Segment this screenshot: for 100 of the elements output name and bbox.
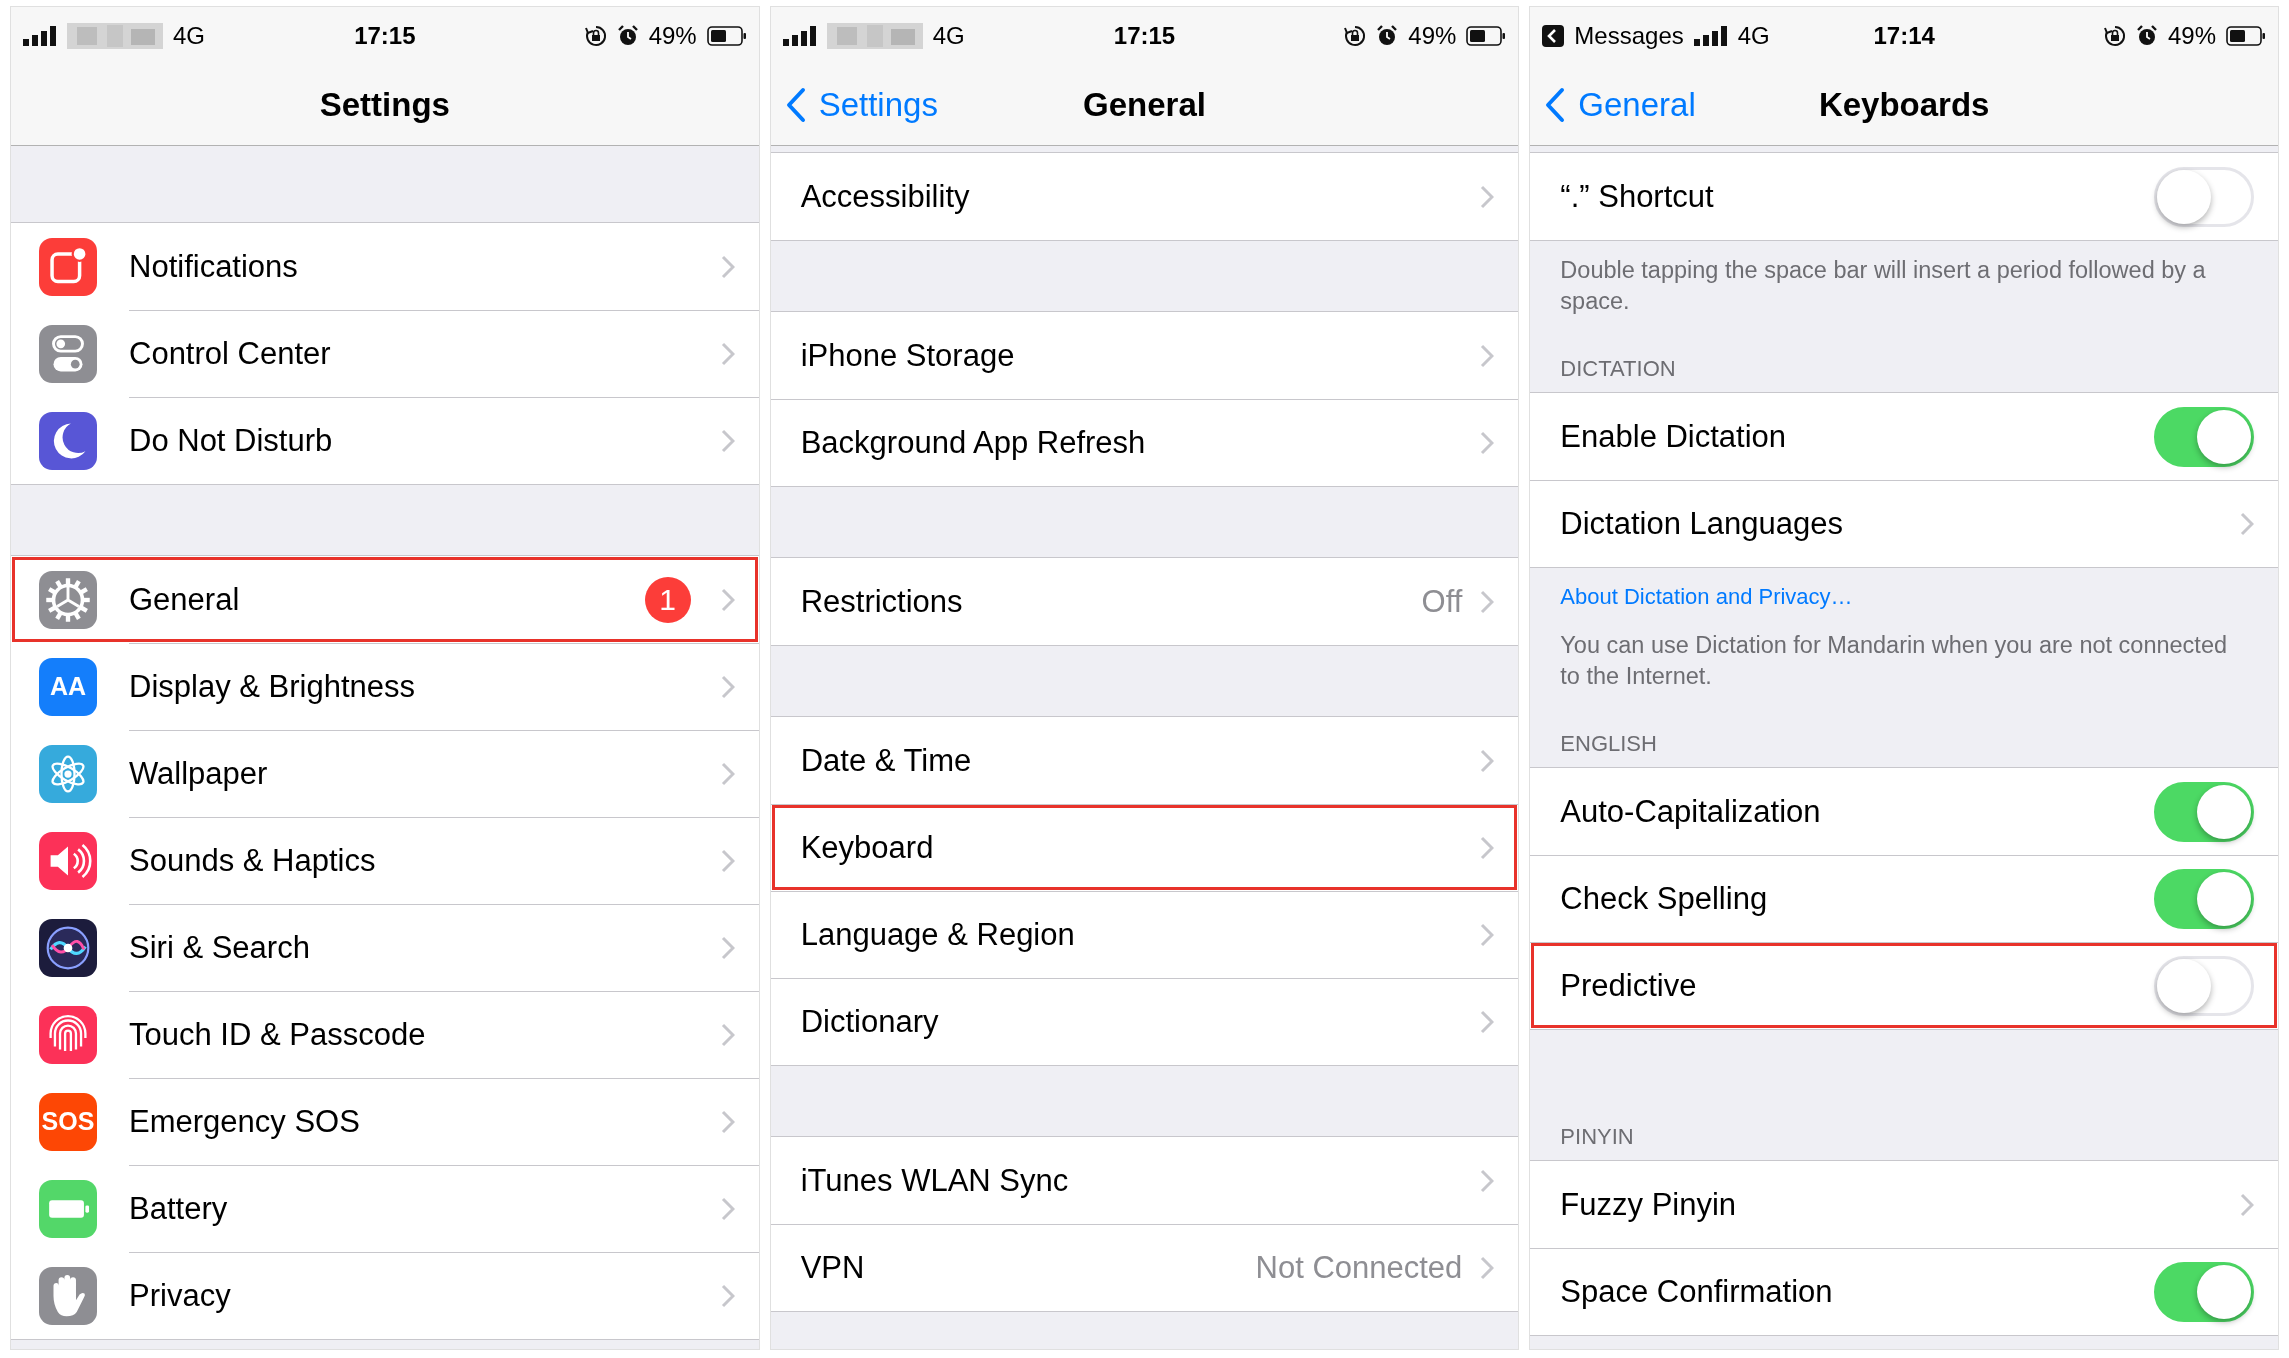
rotation-lock-icon <box>1344 25 1367 47</box>
row-label: Control Center <box>129 336 332 372</box>
rotation-lock-icon <box>2103 25 2126 47</box>
notification-badge: 1 <box>644 576 691 623</box>
signal-icon <box>23 26 57 46</box>
network-type: 4G <box>932 22 965 50</box>
row-label: Date & Time <box>800 742 973 779</box>
row-label: Check Spelling <box>1560 881 1769 918</box>
row-label: Touch ID & Passcode <box>129 1017 427 1053</box>
network-type: 4G <box>173 22 205 50</box>
chevron-icon <box>1480 184 1495 209</box>
chevron-icon <box>720 587 735 612</box>
back-app-icon[interactable] <box>1542 25 1565 47</box>
row-label: Siri & Search <box>129 930 311 966</box>
toggle-switch[interactable] <box>2154 869 2254 930</box>
row-label: Emergency SOS <box>129 1104 361 1140</box>
row-label: Language & Region <box>800 917 1076 953</box>
chevron-icon <box>1480 1010 1495 1034</box>
row-label: Sounds & Haptics <box>129 843 377 879</box>
chevron-icon <box>1480 343 1495 368</box>
chevron-icon <box>720 936 735 960</box>
row-value: Off <box>1421 583 1463 620</box>
nav-title: Settings <box>319 86 450 124</box>
chevron-icon <box>720 1110 735 1134</box>
section-header: ENGLISH <box>1559 730 1658 759</box>
section-footnote: Double tapping the space bar will insert a period followed by a space. <box>1559 256 2207 316</box>
text-size-icon: AA <box>39 657 97 716</box>
status-time: 17:14 <box>1873 22 1935 50</box>
settings-row[interactable]: Predictive <box>1530 942 2278 1030</box>
alarm-icon <box>2135 25 2158 47</box>
row-label: iTunes WLAN Sync <box>800 1162 1070 1199</box>
row-label: VPN <box>800 1250 866 1286</box>
settings-row[interactable]: General 1 <box>11 556 759 643</box>
chevron-icon <box>720 675 735 699</box>
chevron-icon <box>2240 512 2254 537</box>
rotation-lock-icon <box>584 25 607 47</box>
row-label: Fuzzy Pinyin <box>1560 1186 1738 1223</box>
row-label: Auto-Capitalization <box>1560 793 1822 830</box>
row-label: iPhone Storage <box>800 337 1016 374</box>
nav-title: Keyboards <box>1818 86 1990 124</box>
chevron-icon <box>720 1197 735 1221</box>
chevron-icon <box>720 254 735 279</box>
chevron-icon <box>720 429 735 453</box>
alarm-icon <box>1376 25 1399 47</box>
back-chevron-icon[interactable] <box>1544 87 1567 123</box>
battery-status-icon <box>1466 26 1507 46</box>
back-chevron-icon[interactable] <box>784 87 807 123</box>
chevron-icon <box>1480 923 1495 947</box>
settings-row[interactable]: Keyboard <box>770 804 1519 891</box>
row-label: Enable Dictation <box>1560 418 1788 455</box>
row-label: “.” Shortcut <box>1560 178 1715 215</box>
chevron-icon <box>1480 589 1495 614</box>
toggle-switch[interactable] <box>2154 1262 2254 1323</box>
section-header: DICTATION <box>1559 355 1677 384</box>
chevron-icon <box>1480 1256 1495 1280</box>
back-button[interactable]: Settings <box>770 86 938 124</box>
chevron-icon <box>720 849 735 873</box>
back-button[interactable]: General <box>1530 86 1696 124</box>
status-time: 17:15 <box>1113 22 1176 50</box>
row-label: Predictive <box>1560 968 1698 1005</box>
status-time: 17:15 <box>354 22 416 50</box>
network-type: 4G <box>1737 22 1770 50</box>
battery-status-icon <box>706 26 747 46</box>
privacy-link[interactable]: About Dictation and Privacy… <box>1560 584 1853 610</box>
chevron-icon <box>720 1284 735 1308</box>
sos-icon: SOS <box>39 1092 97 1151</box>
chevron-icon <box>720 1023 735 1047</box>
chevron-icon <box>1480 431 1495 455</box>
section-footnote: You can use Dictation for Mandarin when you are not connected to the Internet. <box>1559 631 2229 691</box>
chevron-icon <box>720 762 735 786</box>
row-label: Battery <box>129 1191 229 1227</box>
chevron-icon <box>720 342 735 366</box>
battery-percent: 49% <box>1408 22 1457 50</box>
battery-percent: 49% <box>2167 22 2216 50</box>
alarm-icon <box>616 25 639 47</box>
row-label: Accessibility <box>800 178 971 215</box>
toggle-switch[interactable] <box>2154 406 2254 467</box>
chevron-icon <box>2240 1192 2254 1217</box>
row-label: Background App Refresh <box>800 425 1147 461</box>
row-label: Keyboard <box>800 830 935 866</box>
chevron-icon <box>1480 836 1495 860</box>
row-label: Dictation Languages <box>1560 506 1844 543</box>
row-label: Dictionary <box>800 1004 940 1040</box>
signal-icon <box>1693 26 1728 46</box>
signal-icon <box>782 26 817 46</box>
row-label: Restrictions <box>800 583 964 620</box>
row-label: Do Not Disturb <box>129 423 334 459</box>
row-label: Privacy <box>129 1278 232 1314</box>
toggle-switch[interactable] <box>2154 781 2254 842</box>
chevron-icon <box>1480 748 1495 773</box>
section-header: PINYIN <box>1559 1123 1635 1152</box>
row-label: Wallpaper <box>129 756 269 792</box>
row-label: Notifications <box>129 248 299 285</box>
back-app-label[interactable]: Messages <box>1574 22 1684 50</box>
row-label: Space Confirmation <box>1560 1274 1834 1311</box>
row-value: Not Connected <box>1255 1250 1463 1286</box>
row-label: Display & Brightness <box>129 669 416 705</box>
row-label: General <box>129 581 241 618</box>
chevron-icon <box>1480 1168 1495 1193</box>
nav-title: General <box>1083 86 1206 124</box>
